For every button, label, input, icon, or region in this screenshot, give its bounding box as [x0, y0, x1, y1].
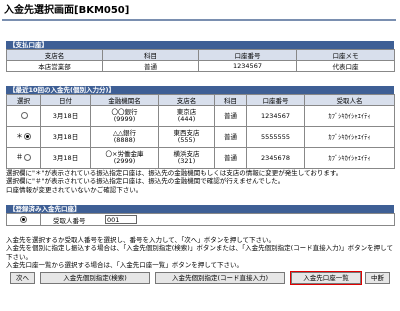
branch-code: (321): [177, 157, 196, 165]
next-button[interactable]: 次へ: [10, 272, 35, 284]
memo-cell: 代表口座: [296, 60, 395, 72]
account-cell: 1234567: [198, 60, 297, 72]
bank-cell: 〇×労働金庫 (2999): [90, 147, 159, 169]
date-cell: 3月18日: [40, 105, 91, 127]
table-row: 3月18日 〇〇銀行 (9999) 東京店 (444) 普通 1234567 ｶﾌﾞ…: [6, 105, 395, 127]
payee-number-cell: 受取人番号: [40, 213, 395, 226]
branch-cell: 東京店 (444): [158, 105, 215, 127]
payer-section-header: 【支払口座】: [6, 41, 394, 49]
account-cell: 5555555: [246, 126, 305, 148]
payee-cell: ｶﾌﾞｼｷｶｲｼｬｴｲﾃｨ: [304, 126, 395, 148]
col-header: 口座番号: [198, 49, 297, 61]
code-input-payee-button[interactable]: 入金先個別指定(コード直接入力): [155, 272, 285, 284]
payee-cell: ｶﾌﾞｼｷｶｲｼｬｴｲﾃｨ: [304, 105, 395, 127]
col-header: 支店名: [6, 49, 103, 61]
bank-cell: 〇〇銀行 (9999): [90, 105, 159, 127]
account-cell: 2345678: [246, 147, 305, 169]
payee-number-label: 受取人番号: [53, 216, 86, 225]
account-cell: 1234567: [246, 105, 305, 127]
col-header: 口座番号: [246, 94, 305, 106]
bank-code: (2999): [113, 157, 136, 165]
type-cell: 普通: [102, 60, 199, 72]
col-header: 日付: [40, 94, 91, 106]
branch-code: (555): [177, 136, 196, 144]
registered-table: 受取人番号: [6, 213, 395, 226]
note-line: 選択欄に"＃"が表示されている振込指定口座は、振込先の金融機関で確認が行えません…: [6, 177, 285, 186]
table-row: ＊ 3月18日 △△銀行 (8888) 東西支店 (555) 普通 5555555 …: [6, 126, 395, 148]
payee-radio[interactable]: [24, 133, 31, 141]
table-row: ＃ 3月18日 〇×労働金庫 (2999) 横浜支店 (321) 普通 234567…: [6, 147, 395, 169]
recent-section-header: 【最近10回の入金先(個別入力分)】: [6, 86, 394, 94]
status-mark: ＊: [16, 132, 23, 141]
instructions: 入金先を選択するか受取人番号を選択し、番号を入力して、「次へ」ボタンを押して下さ…: [6, 236, 398, 269]
col-header: 金融機関名: [90, 94, 159, 106]
type-cell: 普通: [214, 126, 247, 148]
bank-code: (8888): [113, 136, 136, 144]
col-header: 選択: [6, 94, 41, 106]
payee-list-button[interactable]: 入金先口座一覧: [290, 271, 362, 285]
select-cell: ＃: [6, 147, 41, 169]
date-cell: 3月18日: [40, 126, 91, 148]
payee-cell: ｶﾌﾞｼｷｶｲｼｬｴｲﾃｨ: [304, 147, 395, 169]
col-header: 口座メモ: [296, 49, 395, 61]
date-cell: 3月18日: [40, 147, 91, 169]
registered-section-header: 【登録済み入金先口座】: [6, 205, 394, 213]
col-header: 支店名: [158, 94, 215, 106]
col-header: 受取人名: [304, 94, 395, 106]
col-header: 科目: [102, 49, 199, 61]
payee-number-input[interactable]: [105, 215, 137, 224]
recent-notes: 選択欄に"＊"が表示されている振込指定口座は、振込先の金融機関もしくは支店の情報…: [6, 169, 396, 194]
registered-radio[interactable]: [20, 216, 27, 223]
payee-radio[interactable]: [24, 154, 31, 162]
branch-code: (444): [177, 115, 196, 123]
instruction-line: 入金先を個別に指定し振込する場合は、「入金先個別指定(検索)」ボタンまたは、「入…: [6, 244, 393, 261]
type-cell: 普通: [214, 105, 247, 127]
recent-table: 選択 日付 金融機関名 支店名 科目 口座番号 受取人名 3月18日 〇〇銀行(…: [6, 94, 395, 169]
payee-radio[interactable]: [20, 112, 28, 120]
select-cell: ＊: [6, 126, 41, 148]
bank-cell: △△銀行 (8888): [90, 126, 159, 148]
page-title: 入金先選択画面[BKM050]: [2, 3, 396, 21]
col-header: 科目: [214, 94, 247, 106]
note-line: 口座情報が変更されていないかご確認下さい。: [6, 185, 143, 194]
type-cell: 普通: [214, 147, 247, 169]
select-cell: [6, 105, 41, 127]
select-cell: [6, 213, 41, 226]
bank-code: (9999): [113, 115, 136, 123]
branch-cell: 横浜支店 (321): [158, 147, 215, 169]
status-mark: ＃: [16, 153, 23, 162]
branch-cell: 本店営業部: [6, 60, 103, 72]
search-payee-button[interactable]: 入金先個別指定(検索): [40, 272, 150, 284]
abort-button[interactable]: 中断: [365, 272, 390, 284]
payer-table: 支店名 科目 口座番号 口座メモ 本店営業部 普通 1234567 代表口座: [6, 49, 395, 72]
branch-cell: 東西支店 (555): [158, 126, 215, 148]
instruction-line: 入金先口座一覧から選択する場合は、「入金先口座一覧」ボタンを押して下さい。: [6, 260, 244, 269]
